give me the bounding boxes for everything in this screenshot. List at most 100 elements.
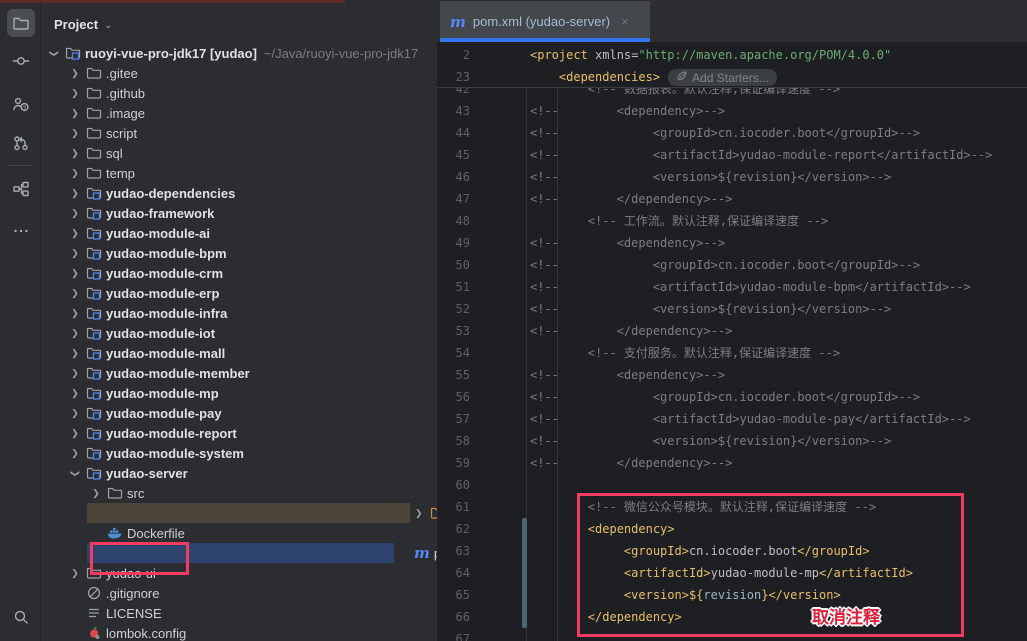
- tree-item-dockerfile[interactable]: Dockerfile: [41, 523, 437, 543]
- pull-requests-icon[interactable]: [7, 129, 35, 157]
- code-line[interactable]: <!-- 微信公众号模块。默认注释,保证编译速度 -->: [530, 496, 876, 518]
- tree-item-yudao-dependencies[interactable]: ❯yudao-dependencies: [41, 183, 437, 203]
- code-line[interactable]: <!-- <version>${revision}</version>-->: [530, 430, 891, 452]
- tree-item-src[interactable]: ❯src: [41, 483, 437, 503]
- tree-item-yudao-server[interactable]: ❯yudao-server: [41, 463, 437, 483]
- commit-icon[interactable]: [7, 47, 35, 75]
- code-line[interactable]: <groupId>cn.iocoder.boot</groupId>: [530, 540, 870, 562]
- code-line[interactable]: <!-- <version>${revision}</version>-->: [530, 166, 891, 188]
- tree-item-yudao-module-iot[interactable]: ❯yudao-module-iot: [41, 323, 437, 343]
- tree-item-license[interactable]: LICENSE: [41, 603, 437, 623]
- tree-item-yudao-framework[interactable]: ❯yudao-framework: [41, 203, 437, 223]
- tree-item-yudao-module-bpm[interactable]: ❯yudao-module-bpm: [41, 243, 437, 263]
- search-icon[interactable]: [7, 603, 35, 631]
- code-line[interactable]: <dependency>: [530, 518, 675, 540]
- code-line[interactable]: <version>${revision}</version>: [530, 584, 841, 606]
- chevron-right-icon[interactable]: ❯: [66, 148, 84, 159]
- code-line[interactable]: <!-- <dependency>-->: [530, 364, 725, 386]
- code-line[interactable]: <!-- <groupId>cn.iocoder.boot</groupId>-…: [530, 254, 920, 276]
- tree-item-pom-xml[interactable]: mpom.xml: [41, 543, 437, 563]
- tree-item-yudao-module-report[interactable]: ❯yudao-module-report: [41, 423, 437, 443]
- tree-item-label: yudao-module-system: [104, 446, 244, 461]
- code-line[interactable]: <!-- <artifactId>yudao-module-pay</artif…: [530, 408, 971, 430]
- tree-item-yudao-module-pay[interactable]: ❯yudao-module-pay: [41, 403, 437, 423]
- tree-item--gitee[interactable]: ❯.gitee: [41, 63, 437, 83]
- chevron-right-icon[interactable]: ❯: [66, 188, 84, 199]
- tree-item-lombok-config[interactable]: lombok.config: [41, 623, 437, 641]
- tree-item--gitignore[interactable]: .gitignore: [41, 583, 437, 603]
- tree-item-yudao-module-mall[interactable]: ❯yudao-module-mall: [41, 343, 437, 363]
- code-line[interactable]: <!-- <dependency>-->: [530, 232, 725, 254]
- chevron-right-icon[interactable]: ❯: [66, 568, 84, 579]
- chevron-right-icon[interactable]: ❯: [410, 508, 428, 519]
- code-line[interactable]: <!-- <version>${revision}</version>-->: [530, 298, 891, 320]
- tab-pom-xml[interactable]: m pom.xml (yudao-server) ×: [440, 1, 650, 42]
- tree-item-target[interactable]: ❯target: [41, 503, 437, 523]
- tree-item-yudao-module-ai[interactable]: ❯yudao-module-ai: [41, 223, 437, 243]
- tree-item-label: LICENSE: [104, 606, 162, 621]
- chevron-right-icon[interactable]: ❯: [66, 388, 84, 399]
- tree-item-yudao-module-infra[interactable]: ❯yudao-module-infra: [41, 303, 437, 323]
- code-line[interactable]: <!-- </dependency>-->: [530, 452, 732, 474]
- folder-icon: [84, 165, 104, 181]
- chevron-right-icon[interactable]: ❯: [66, 68, 84, 79]
- tree-item-sql[interactable]: ❯sql: [41, 143, 437, 163]
- chevron-right-icon[interactable]: ❯: [66, 248, 84, 259]
- code-line[interactable]: <!-- <artifactId>yudao-module-report</ar…: [530, 144, 992, 166]
- module-folder-icon: [84, 345, 104, 361]
- tree-item-yudao-module-system[interactable]: ❯ yudao-module-system: [41, 443, 437, 463]
- chevron-right-icon[interactable]: ❯: [66, 268, 84, 279]
- code-line[interactable]: <artifactId>yudao-module-mp</artifactId>: [530, 562, 913, 584]
- chevron-right-icon[interactable]: ❯: [66, 408, 84, 419]
- code-line[interactable]: <!-- <groupId>cn.iocoder.boot</groupId>-…: [530, 122, 920, 144]
- code-line[interactable]: <!-- <groupId>cn.iocoder.boot</groupId>-…: [530, 386, 920, 408]
- chevron-right-icon[interactable]: ❯: [66, 348, 84, 359]
- chevron-right-icon[interactable]: ❯: [66, 328, 84, 339]
- chevron-right-icon[interactable]: ❯: [66, 228, 84, 239]
- chevron-right-icon[interactable]: ❯: [66, 128, 84, 139]
- tree-item-temp[interactable]: ❯temp: [41, 163, 437, 183]
- chevron-right-icon[interactable]: ❯: [66, 88, 84, 99]
- tree-item-yudao-module-member[interactable]: ❯yudao-module-member: [41, 363, 437, 383]
- chevron-right-icon[interactable]: ❯: [66, 208, 84, 219]
- add-starters-inlay[interactable]: Add Starters...: [668, 69, 777, 86]
- module-folder-icon: [84, 385, 104, 401]
- chevron-right-icon[interactable]: ❯: [66, 428, 84, 439]
- tree-item--github[interactable]: ❯ .github: [41, 83, 437, 103]
- tree-item-label: yudao-ui: [104, 566, 156, 581]
- code-line[interactable]: <!-- </dependency>-->: [530, 320, 732, 342]
- chevron-right-icon[interactable]: ❯: [66, 308, 84, 319]
- more-tools-icon[interactable]: [7, 217, 35, 245]
- tree-item--image[interactable]: ❯.image: [41, 103, 437, 123]
- project-panel-header[interactable]: Project ⌄: [48, 10, 118, 38]
- close-icon[interactable]: ×: [621, 14, 629, 29]
- chevron-right-icon[interactable]: ❯: [66, 108, 84, 119]
- code-line[interactable]: <!-- <artifactId>yudao-module-bpm</artif…: [530, 276, 971, 298]
- code-line[interactable]: <!-- <dependency>-->: [530, 100, 725, 122]
- tree-item-ruoyi-vue-pro-jdk17-yudao-[interactable]: ❯ruoyi-vue-pro-jdk17 [yudao]~/Java/ruoyi…: [41, 43, 437, 63]
- code-line[interactable]: <!-- 支付服务。默认注释,保证编译速度 -->: [530, 342, 840, 364]
- code-line[interactable]: <!-- 工作流。默认注释,保证编译速度 -->: [530, 210, 828, 232]
- code-line[interactable]: <dependencies>Add Starters...: [530, 66, 777, 88]
- chevron-right-icon[interactable]: ❯: [66, 368, 84, 379]
- code-editor[interactable]: 42 <!-- 数据报表。默认注释,保证编译速度 -->43<!-- <depe…: [437, 42, 1027, 641]
- tree-item-yudao-module-erp[interactable]: ❯yudao-module-erp: [41, 283, 437, 303]
- tree-item-script[interactable]: ❯script: [41, 123, 437, 143]
- code-line[interactable]: </dependency>: [530, 606, 682, 628]
- chevron-right-icon[interactable]: ❯: [66, 448, 84, 459]
- collaboration-icon[interactable]: ?: [7, 90, 35, 118]
- chevron-right-icon[interactable]: ❯: [87, 488, 105, 499]
- chevron-right-icon[interactable]: ❯: [66, 168, 84, 179]
- tree-item-yudao-ui[interactable]: ❯ yudao-ui: [41, 563, 437, 583]
- chevron-down-icon[interactable]: ❯: [70, 464, 81, 482]
- code-line[interactable]: <!-- </dependency>-->: [530, 188, 732, 210]
- tree-item-yudao-module-mp[interactable]: ❯yudao-module-mp: [41, 383, 437, 403]
- code-line[interactable]: <project xmlns="http://maven.apache.org/…: [530, 44, 891, 66]
- line-number: 64: [437, 562, 470, 584]
- tree-item-yudao-module-crm[interactable]: ❯yudao-module-crm: [41, 263, 437, 283]
- chevron-right-icon[interactable]: ❯: [66, 288, 84, 299]
- chevron-down-icon[interactable]: ❯: [49, 44, 60, 62]
- structure-icon[interactable]: [7, 175, 35, 203]
- project-icon[interactable]: [7, 9, 35, 37]
- tree-item-label: .github: [104, 86, 145, 101]
